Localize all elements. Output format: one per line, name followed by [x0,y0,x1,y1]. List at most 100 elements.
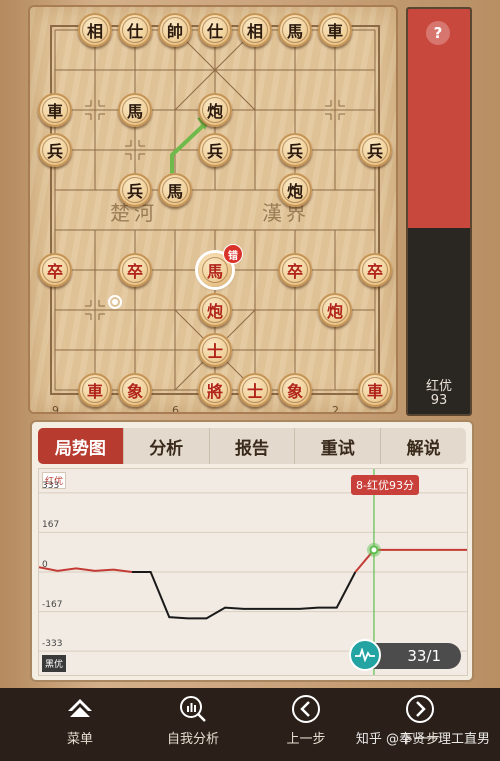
piece-label: 馬 [206,262,223,281]
piece-label: 炮 [206,302,223,321]
file-number: 9 [52,404,59,412]
origin-marker [108,295,122,309]
piece-black[interactable]: 馬 [118,93,152,127]
tab-3[interactable]: 重试 [295,428,382,464]
analysis-icon [178,694,208,724]
watermark: 知乎 @奉贤一理工直男 [355,732,490,747]
piece-red[interactable]: 將 [198,373,232,407]
piece-red[interactable]: 士 [198,333,232,367]
piece-black[interactable]: 仕 [198,13,232,47]
piece-black[interactable]: 帥 [158,13,192,47]
piece-label: 卒 [46,262,63,281]
piece-red[interactable]: 象 [278,373,312,407]
piece-label: 車 [366,382,383,401]
piece-label: 兵 [366,142,383,161]
piece-black[interactable]: 車 [318,13,352,47]
piece-black[interactable]: 仕 [118,13,152,47]
piece-black[interactable]: 炮 [278,173,312,207]
piece-red[interactable]: 炮 [198,293,232,327]
y-tick-label: 167 [42,520,60,531]
piece-label: 車 [86,382,103,401]
piece-black[interactable]: 相 [238,13,272,47]
current-point [369,545,379,555]
piece-black[interactable]: 相 [78,13,112,47]
piece-label: 兵 [286,142,303,161]
piece-black[interactable]: 兵 [198,133,232,167]
piece-label: 兵 [46,142,63,161]
piece-label: 卒 [286,262,303,281]
eval-label: 红优 [425,379,452,394]
piece-label: 象 [126,382,143,401]
piece-black[interactable]: 馬 [158,173,192,207]
piece-red[interactable]: 車 [358,373,392,407]
piece-label: 兵 [206,142,223,161]
piece-label: 士 [206,342,223,361]
piece-label: 車 [46,102,63,121]
nav-prev-step[interactable]: 上一步 [266,694,346,747]
piece-label: 馬 [126,102,143,121]
piece-label: 車 [326,22,343,41]
piece-red[interactable]: 卒 [38,253,72,287]
evaluation-bar: ? 红优 93 [406,7,472,416]
analysis-panel: 局势图 分析 报告 重试 解说 红优 黑优 333 167 0 -167 -333 8-红优93… [30,420,474,682]
help-icon[interactable]: ? [426,21,450,45]
menu-icon [65,694,95,724]
piece-black[interactable]: 馬 [278,13,312,47]
prev-icon [291,694,321,724]
piece-red[interactable]: 炮 [318,293,352,327]
y-tick-label: 0 [42,560,48,570]
piece-red[interactable]: 象 [118,373,152,407]
piece-label: 士 [246,382,263,401]
tab-2[interactable]: 报告 [210,428,296,464]
y-tick-label: -167 [42,599,63,610]
piece-label: 馬 [286,22,303,41]
series-line-0 [39,548,467,573]
piece-red[interactable]: 卒 [278,253,312,287]
pulse-icon[interactable] [349,639,381,671]
piece-label: 相 [246,22,263,41]
nav-menu[interactable]: 菜单 [40,694,120,747]
piece-label: 相 [86,22,103,41]
nav-menu-label: 菜单 [66,732,93,747]
piece-label: 炮 [286,182,303,201]
piece-black[interactable]: 兵 [118,173,152,207]
piece-black[interactable]: 兵 [358,133,392,167]
eval-score: 93 [430,393,448,408]
piece-black[interactable]: 炮 [198,93,232,127]
piece-black[interactable]: 兵 [278,133,312,167]
y-tick-label: 333 [42,480,60,491]
piece-black[interactable]: 兵 [38,133,72,167]
piece-red[interactable]: 卒 [358,253,392,287]
y-tick-label: -333 [42,639,63,650]
bottom-nav: 菜单 自我分析 上一步 下一步 知乎 @奉贤一理工直男 [0,688,500,761]
piece-label: 卒 [126,262,143,281]
tab-0[interactable]: 局势图 [38,428,124,464]
score-bubble: 8-红优93分 [351,475,419,495]
error-badge: 错 [223,244,243,264]
next-icon [405,694,435,724]
piece-label: 炮 [206,102,223,121]
piece-red[interactable]: 車 [78,373,112,407]
file-number: 2 [332,404,339,412]
piece-label: 兵 [126,182,143,201]
piece-label: 象 [286,382,303,401]
piece-label: 將 [206,382,223,401]
piece-red[interactable]: 士 [238,373,272,407]
nav-prev-label: 上一步 [286,732,326,747]
tab-1[interactable]: 分析 [124,428,210,464]
tab-4[interactable]: 解说 [381,428,466,464]
situation-chart[interactable]: 红优 黑优 333 167 0 -167 -333 8-红优93分 33/1 [38,468,468,676]
piece-label: 馬 [166,182,183,201]
file-number: 6 [172,404,179,412]
piece-red[interactable]: 卒 [118,253,152,287]
piece-label: 仕 [126,22,143,41]
chart-bottom-tag: 黑优 [42,655,67,672]
piece-label: 仕 [206,22,223,41]
nav-self-analysis[interactable]: 自我分析 [153,694,233,747]
chess-board[interactable]: 楚河 漢界 962 相仕帥仕相馬車車馬炮兵兵兵兵兵馬炮卒卒馬错卒卒炮炮士車象將士… [30,7,396,412]
analysis-tabs: 局势图 分析 报告 重试 解说 [38,428,466,464]
piece-label: 炮 [326,302,343,321]
piece-black[interactable]: 車 [38,93,72,127]
piece-label: 卒 [366,262,383,281]
piece-label: 帥 [166,22,183,41]
